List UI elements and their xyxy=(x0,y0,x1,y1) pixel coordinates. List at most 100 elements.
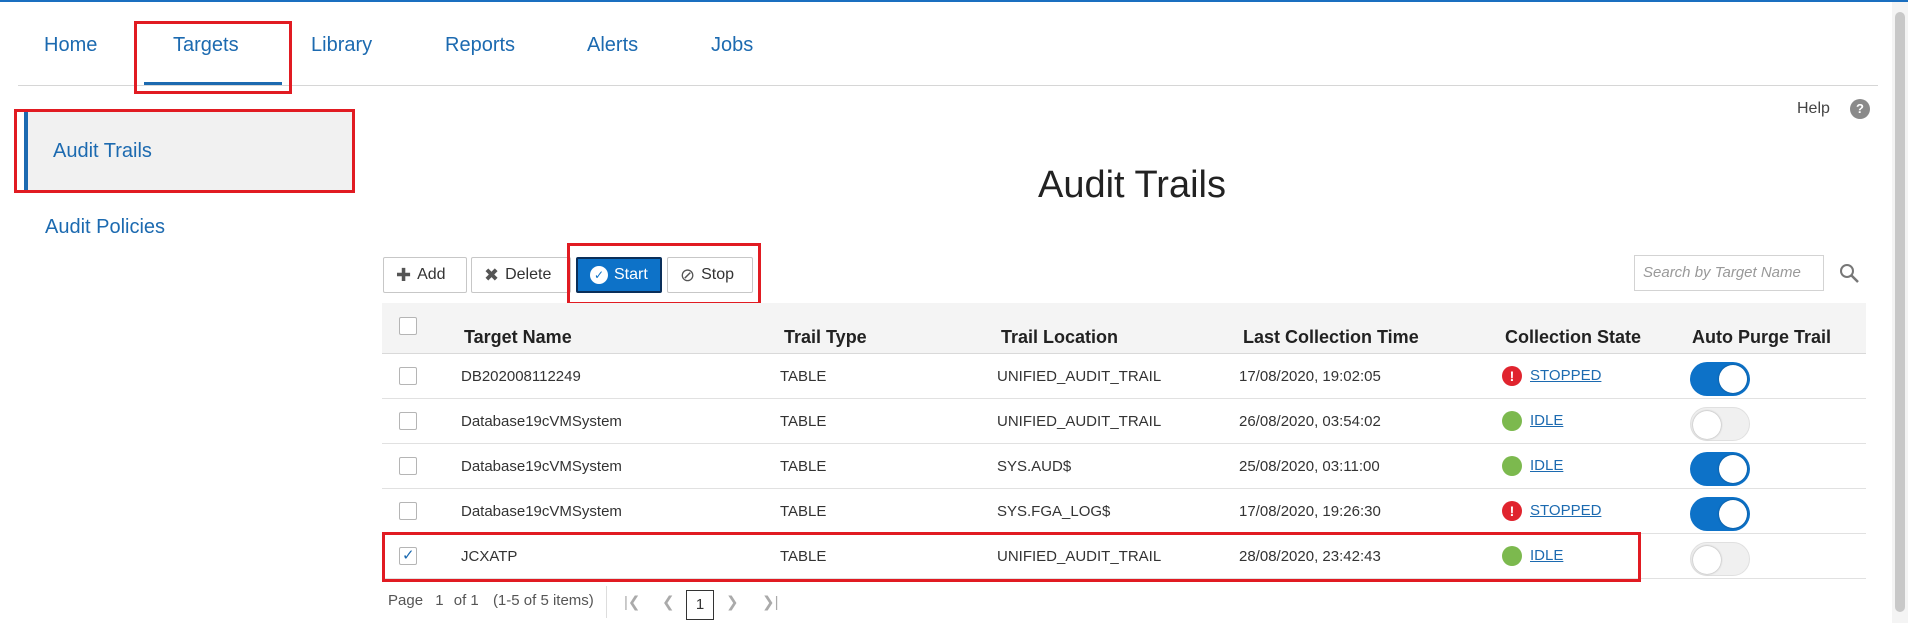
first-page-icon[interactable]: |❮ xyxy=(624,593,640,611)
check-circle-icon: ✓ xyxy=(590,266,608,284)
last-page-icon[interactable]: ❯| xyxy=(762,593,778,611)
cell-last-collection-time: 26/08/2020, 03:54:02 xyxy=(1239,413,1381,430)
collection-state-link[interactable]: STOPPED xyxy=(1530,367,1601,384)
cell-trail-type: TABLE xyxy=(780,548,827,565)
table-row[interactable]: JCXATP TABLE UNIFIED_AUDIT_TRAIL 28/08/2… xyxy=(382,534,1866,579)
column-header-last-collection-time[interactable]: Last Collection Time xyxy=(1243,327,1419,348)
add-button[interactable]: ✚ Add xyxy=(383,257,467,293)
page-title: Audit Trails xyxy=(1038,164,1226,206)
nav-targets[interactable]: Targets xyxy=(173,34,239,57)
previous-page-icon[interactable]: ❮ xyxy=(662,593,675,611)
search-input[interactable]: Search by Target Name xyxy=(1634,255,1824,291)
start-button[interactable]: ✓ Start xyxy=(576,257,662,293)
cell-trail-type: TABLE xyxy=(780,503,827,520)
table-row[interactable]: Database19cVMSystem TABLE SYS.FGA_LOG$ 1… xyxy=(382,489,1866,534)
delete-button-label: Delete xyxy=(505,266,552,283)
select-all-checkbox[interactable] xyxy=(399,317,417,335)
page-of-label: of 1 xyxy=(453,592,479,609)
collection-state-link[interactable]: IDLE xyxy=(1530,547,1563,564)
search-icon[interactable] xyxy=(1838,262,1860,284)
cell-last-collection-time: 17/08/2020, 19:02:05 xyxy=(1239,368,1381,385)
auto-purge-toggle[interactable] xyxy=(1690,497,1750,531)
items-count: (1-5 of 5 items) xyxy=(492,592,594,609)
column-header-collection-state[interactable]: Collection State xyxy=(1505,327,1641,348)
collection-state-link[interactable]: STOPPED xyxy=(1530,502,1601,519)
cell-target-name: JCXATP xyxy=(461,548,518,565)
table-row[interactable]: Database19cVMSystem TABLE UNIFIED_AUDIT_… xyxy=(382,399,1866,444)
table-row[interactable]: Database19cVMSystem TABLE SYS.AUD$ 25/08… xyxy=(382,444,1866,489)
toggle-knob xyxy=(1719,500,1747,528)
cell-trail-location: UNIFIED_AUDIT_TRAIL xyxy=(997,413,1162,430)
cell-target-name: Database19cVMSystem xyxy=(461,413,622,430)
auto-purge-toggle[interactable] xyxy=(1690,452,1750,486)
nav-active-indicator xyxy=(144,82,282,85)
stop-button[interactable]: ⊘ Stop xyxy=(667,257,753,293)
sidebar-item-label: Audit Trails xyxy=(53,140,152,162)
row-checkbox[interactable] xyxy=(399,546,417,565)
cell-target-name: Database19cVMSystem xyxy=(461,458,622,475)
scrollbar-thumb[interactable] xyxy=(1895,12,1905,612)
toggle-knob xyxy=(1693,411,1721,439)
ban-icon: ⊘ xyxy=(680,265,696,285)
plus-icon: ✚ xyxy=(396,265,412,285)
top-navigation: Home Targets Library Reports Alerts Jobs xyxy=(18,2,1878,86)
error-icon: ! xyxy=(1502,501,1522,521)
collection-state-link[interactable]: IDLE xyxy=(1530,412,1563,429)
column-header-auto-purge-trail[interactable]: Auto Purge Trail xyxy=(1692,327,1831,348)
nav-alerts[interactable]: Alerts xyxy=(587,34,638,57)
nav-jobs[interactable]: Jobs xyxy=(711,34,753,57)
sidebar-item-label: Audit Policies xyxy=(45,216,166,238)
cell-trail-type: TABLE xyxy=(780,413,827,430)
row-checkbox[interactable] xyxy=(399,502,417,520)
toggle-knob xyxy=(1719,365,1747,393)
collection-state-link[interactable]: IDLE xyxy=(1530,457,1563,474)
cell-trail-location: UNIFIED_AUDIT_TRAIL xyxy=(997,548,1162,565)
cell-trail-location: SYS.AUD$ xyxy=(997,458,1072,475)
idle-status-icon xyxy=(1502,456,1522,476)
auto-purge-toggle[interactable] xyxy=(1690,407,1750,441)
idle-status-icon xyxy=(1502,411,1522,431)
idle-status-icon xyxy=(1502,546,1522,566)
page-number: 1 xyxy=(435,592,444,609)
error-icon: ! xyxy=(1502,366,1522,386)
current-page-button[interactable]: 1 xyxy=(686,590,714,620)
table-row[interactable]: DB202008112249 TABLE UNIFIED_AUDIT_TRAIL… xyxy=(382,354,1866,399)
vertical-scrollbar[interactable] xyxy=(1892,2,1908,623)
toggle-knob xyxy=(1693,546,1721,574)
sidebar-item-audit-trails[interactable]: Audit Trails xyxy=(24,112,354,190)
cell-last-collection-time: 17/08/2020, 19:26:30 xyxy=(1239,503,1381,520)
row-checkbox[interactable] xyxy=(399,367,417,385)
start-button-label: Start xyxy=(614,266,648,283)
cell-target-name: Database19cVMSystem xyxy=(461,503,622,520)
table-header: Target Name Trail Type Trail Location La… xyxy=(382,303,1866,354)
cell-trail-location: SYS.FGA_LOG$ xyxy=(997,503,1111,520)
auto-purge-toggle[interactable] xyxy=(1690,362,1750,396)
cell-trail-type: TABLE xyxy=(780,458,827,475)
add-button-label: Add xyxy=(417,266,446,283)
row-checkbox[interactable] xyxy=(399,412,417,430)
stop-button-label: Stop xyxy=(701,266,735,283)
pagination-divider xyxy=(606,586,607,618)
nav-home[interactable]: Home xyxy=(44,34,97,57)
row-checkbox[interactable] xyxy=(399,457,417,475)
delete-button[interactable]: ✖ Delete xyxy=(471,257,571,293)
column-header-trail-location[interactable]: Trail Location xyxy=(1001,327,1118,348)
auto-purge-toggle[interactable] xyxy=(1690,542,1750,576)
nav-library[interactable]: Library xyxy=(311,34,372,57)
close-icon: ✖ xyxy=(484,265,500,285)
cell-target-name: DB202008112249 xyxy=(461,368,581,385)
nav-reports[interactable]: Reports xyxy=(445,34,515,57)
cell-last-collection-time: 25/08/2020, 03:11:00 xyxy=(1239,458,1380,475)
help-icon[interactable]: ? xyxy=(1850,99,1870,119)
column-header-trail-type[interactable]: Trail Type xyxy=(784,327,867,348)
sidebar-item-audit-policies[interactable]: Audit Policies xyxy=(45,216,379,239)
page-label: Page xyxy=(388,592,424,609)
pagination-info: Page 1 of 1 (1-5 of 5 items) xyxy=(388,592,594,609)
next-page-icon[interactable]: ❯ xyxy=(726,593,739,611)
cell-trail-type: TABLE xyxy=(780,368,827,385)
cell-trail-location: UNIFIED_AUDIT_TRAIL xyxy=(997,368,1162,385)
cell-last-collection-time: 28/08/2020, 23:42:43 xyxy=(1239,548,1381,565)
column-header-target-name[interactable]: Target Name xyxy=(464,327,572,348)
toggle-knob xyxy=(1719,455,1747,483)
help-link[interactable]: Help xyxy=(1797,100,1830,118)
